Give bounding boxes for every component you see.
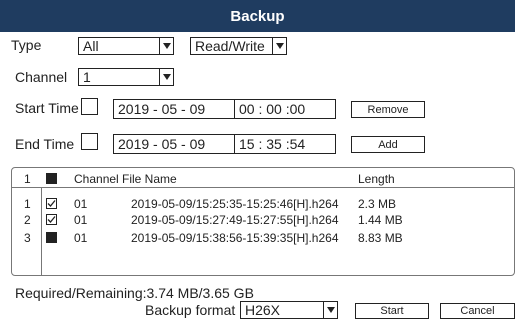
column-header-file-name: File Name (122, 172, 177, 186)
table-column-divider (41, 187, 42, 276)
required-remaining-text: Required/Remaining:3.74 MB/3.65 GB (15, 285, 254, 301)
type-select[interactable]: All (78, 37, 174, 55)
row-index: 1 (24, 197, 31, 211)
channel-select[interactable]: 1 (78, 68, 174, 86)
row-channel: 01 (74, 213, 88, 227)
select-all-checkbox[interactable] (46, 173, 57, 184)
start-button[interactable]: Start (355, 303, 429, 319)
end-time-checkbox[interactable] (81, 133, 98, 150)
row-channel: 01 (74, 197, 88, 211)
header-index: 1 (24, 172, 31, 186)
backup-format-select[interactable]: H26X (240, 301, 338, 319)
start-datetime-field[interactable]: 2019 - 05 - 09 00 : 00 :00 (113, 99, 336, 119)
row-index: 3 (24, 231, 31, 245)
start-time-label: Start Time (15, 100, 79, 116)
end-datetime-field[interactable]: 2019 - 05 - 09 15 : 35 :54 (113, 134, 336, 154)
type-label: Type (11, 37, 42, 53)
start-time-checkbox[interactable] (81, 98, 98, 115)
type-select-value: All (83, 38, 99, 54)
chevron-down-icon (159, 38, 173, 54)
end-date-field[interactable]: 2019 - 05 - 09 (114, 135, 235, 153)
row-checkbox[interactable] (46, 232, 57, 243)
row-length: 8.83 MB (358, 231, 403, 245)
remove-button[interactable]: Remove (351, 101, 425, 118)
row-file-name[interactable]: 2019-05-09/15:27:49-15:27:55[H].h264 (131, 213, 339, 227)
checkmark-icon (47, 216, 56, 223)
row-index: 2 (24, 213, 31, 227)
chevron-down-icon (159, 69, 173, 85)
table-header-divider (11, 187, 515, 188)
start-date-field[interactable]: 2019 - 05 - 09 (114, 100, 235, 118)
row-checkbox[interactable] (46, 214, 57, 225)
row-file-name[interactable]: 2019-05-09/15:25:35-15:25:46[H].h264 (131, 197, 339, 211)
row-checkbox[interactable] (46, 198, 57, 209)
window-title-bar: Backup (0, 0, 515, 32)
column-header-channel: Channel (74, 172, 119, 186)
start-time-field[interactable]: 00 : 00 :00 (235, 100, 309, 118)
cancel-button[interactable]: Cancel (440, 303, 515, 319)
add-button[interactable]: Add (351, 136, 425, 153)
add-button-label: Add (378, 138, 398, 151)
start-button-label: Start (380, 305, 404, 317)
window-title: Backup (230, 7, 285, 25)
backup-format-label: Backup format (145, 302, 236, 318)
row-length: 2.3 MB (358, 197, 397, 211)
row-channel: 01 (74, 231, 88, 245)
mode-select-value: Read/Write (195, 38, 265, 54)
end-time-label: End Time (15, 136, 75, 152)
end-time-field[interactable]: 15 : 35 :54 (235, 135, 309, 153)
chevron-down-icon (323, 302, 337, 318)
remove-button-label: Remove (367, 103, 409, 116)
row-file-name[interactable]: 2019-05-09/15:38:56-15:39:35[H].h264 (131, 231, 339, 245)
checkmark-icon (47, 200, 56, 207)
cancel-button-label: Cancel (460, 305, 495, 317)
backup-format-value: H26X (245, 302, 281, 318)
row-length: 1.44 MB (358, 213, 403, 227)
channel-label: Channel (15, 69, 68, 85)
column-header-length: Length (358, 172, 395, 186)
mode-select[interactable]: Read/Write (190, 37, 287, 55)
channel-select-value: 1 (83, 69, 91, 85)
chevron-down-icon (272, 38, 286, 54)
